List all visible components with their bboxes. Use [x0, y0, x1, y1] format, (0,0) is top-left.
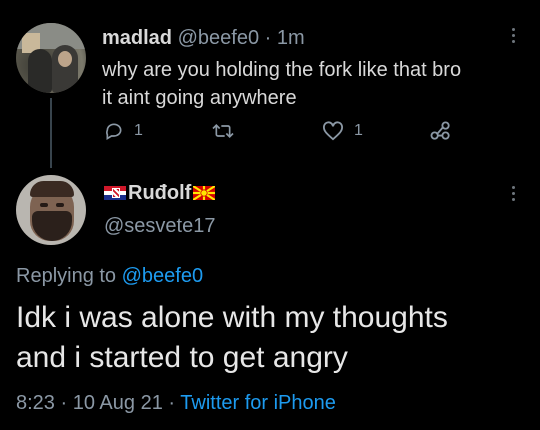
tweet-metadata: 8:23 · 10 Aug 21 · Twitter for iPhone: [16, 391, 336, 415]
avatar-madlad[interactable]: [16, 23, 86, 93]
thread-connector-line: [50, 98, 52, 168]
focal-author-name[interactable]: Ruđolf: [128, 181, 191, 205]
tweet-source-link[interactable]: Twitter for iPhone: [180, 392, 336, 414]
reply-text-line-1: why are you holding the fork like that b…: [102, 59, 462, 81]
focal-text-line-2: and i started to get angry: [16, 341, 348, 374]
avatar-rudolf[interactable]: [16, 175, 86, 245]
focal-text-line-1: Idk i was alone with my thoughts: [16, 301, 448, 334]
reply-separator: ·: [264, 27, 272, 49]
like-count: 1: [354, 122, 363, 139]
replying-to-line: Replying to @beefe0: [16, 264, 203, 288]
reply-action[interactable]: 1: [104, 120, 143, 142]
more-icon[interactable]: [512, 186, 518, 201]
focal-tweet-text: Idk i was alone with my thoughts and i s…: [16, 298, 448, 378]
replying-to-mention[interactable]: @beefe0: [122, 265, 203, 287]
retweet-icon: [212, 123, 234, 139]
more-icon[interactable]: [512, 28, 518, 43]
tweet-time[interactable]: 8:23: [16, 392, 55, 414]
reply-tweet-header: madlad @beefe0 · 1m: [102, 26, 305, 50]
replying-to-label: Replying to: [16, 265, 117, 287]
reply-text-line-2: it aint going anywhere: [102, 87, 297, 109]
reply-count: 1: [134, 122, 143, 139]
reply-timestamp[interactable]: 1m: [277, 27, 305, 49]
reply-icon: [106, 123, 122, 140]
focal-author-name-row[interactable]: Ruđolf: [104, 181, 216, 205]
reply-author-handle[interactable]: @beefe0: [178, 27, 259, 49]
like-action[interactable]: 1: [322, 120, 363, 142]
meta-separator: ·: [168, 392, 176, 414]
focal-author-handle[interactable]: @sesvete17: [104, 214, 215, 238]
tweet-date[interactable]: 10 Aug 21: [73, 392, 163, 414]
meta-separator: ·: [60, 392, 68, 414]
like-icon: [323, 121, 343, 141]
reply-author-name[interactable]: madlad: [102, 27, 172, 49]
retweet-action[interactable]: [212, 120, 234, 142]
north-macedonia-flag-icon: [193, 186, 216, 200]
reply-tweet-text: why are you holding the fork like that b…: [102, 56, 461, 112]
croatia-flag-icon: [104, 186, 126, 200]
share-action[interactable]: [430, 120, 452, 142]
share-icon: [430, 121, 450, 140]
